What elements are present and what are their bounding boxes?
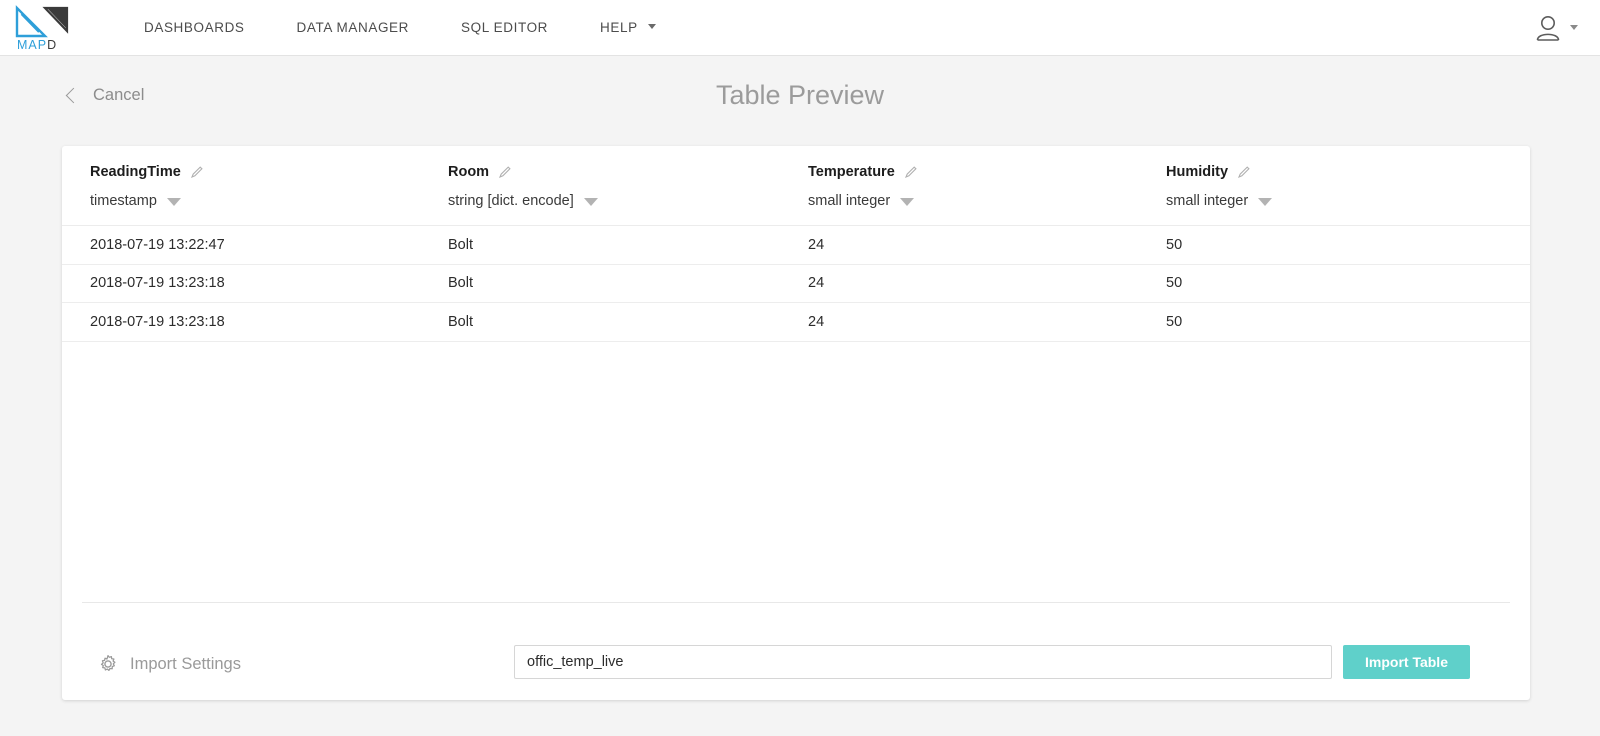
pencil-icon[interactable] [904,165,918,179]
cell-room: Bolt [448,313,473,330]
chevron-down-icon [1570,25,1578,30]
cell-readingtime: 2018-07-19 13:22:47 [90,236,225,253]
primary-nav: DASHBOARDS DATA MANAGER SQL EDITOR HELP [118,0,682,55]
svg-text:MAPD: MAPD [17,38,57,51]
column-type-room[interactable]: string [dict. encode] [448,193,780,209]
cell-readingtime: 2018-07-19 13:23:18 [90,275,225,292]
table-column-readingtime: ReadingTime timestamp [62,164,420,225]
gear-icon [98,654,118,674]
table-name-input[interactable] [514,645,1332,679]
nav-item-dashboards[interactable]: DASHBOARDS [118,0,271,56]
user-menu[interactable] [1533,13,1578,43]
table-column-room: Room string [dict. encode] [420,164,780,225]
column-name-readingtime-label: ReadingTime [90,164,181,180]
pencil-icon[interactable] [1237,165,1251,179]
column-type-temperature[interactable]: small integer [808,193,1138,209]
nav-item-data-manager-label: DATA MANAGER [296,19,409,35]
table-row: 2018-07-19 13:22:47 Bolt 24 50 [62,226,1530,265]
cell-temperature: 24 [808,275,825,292]
column-name-readingtime: ReadingTime [90,164,420,180]
cell-temperature: 24 [808,236,825,253]
page-title: Table Preview [715,80,885,110]
table-preview-card: ReadingTime timestamp Room string [dict.… [62,146,1530,700]
column-type-temperature-label: small integer [808,193,891,209]
column-type-readingtime-label: timestamp [90,193,157,209]
nav-item-sql-editor[interactable]: SQL EDITOR [435,0,574,56]
table-row: 2018-07-19 13:23:18 Bolt 24 50 [62,303,1530,342]
chevron-down-icon [900,198,915,206]
pencil-icon[interactable] [190,165,204,179]
chevron-down-icon [583,198,598,206]
nav-item-help-label: HELP [600,19,638,35]
cell-humidity: 50 [1166,313,1183,330]
card-footer: Import Settings Import Table [62,602,1530,700]
table-header-row: ReadingTime timestamp Room string [dict.… [62,146,1530,226]
column-type-humidity[interactable]: small integer [1166,193,1498,209]
column-name-humidity: Humidity [1166,164,1498,180]
cell-room: Bolt [448,236,473,253]
cell-readingtime: 2018-07-19 13:23:18 [90,313,225,330]
column-type-readingtime[interactable]: timestamp [90,193,420,209]
mapd-logo[interactable]: MAPD [14,4,72,51]
column-name-humidity-label: Humidity [1166,164,1229,180]
column-type-humidity-label: small integer [1166,193,1249,209]
page-header: Cancel Table Preview [0,56,1600,146]
nav-item-data-manager[interactable]: DATA MANAGER [271,0,435,56]
nav-item-sql-editor-label: SQL EDITOR [461,19,549,35]
nav-item-help[interactable]: HELP [574,0,682,56]
column-name-temperature-label: Temperature [808,164,895,180]
column-type-room-label: string [dict. encode] [448,193,574,209]
chevron-down-icon [647,24,656,30]
nav-item-dashboards-label: DASHBOARDS [144,19,245,35]
table-row: 2018-07-19 13:23:18 Bolt 24 50 [62,265,1530,303]
chevron-down-icon [1258,198,1273,206]
import-settings-button[interactable]: Import Settings [98,654,241,674]
cell-temperature: 24 [808,313,825,330]
column-name-temperature: Temperature [808,164,1138,180]
column-name-room-label: Room [448,164,490,180]
import-settings-label: Import Settings [130,654,241,673]
column-name-room: Room [448,164,780,180]
cell-humidity: 50 [1166,236,1183,253]
table-column-temperature: Temperature small integer [780,164,1138,225]
pencil-icon[interactable] [498,165,512,179]
cell-humidity: 50 [1166,275,1183,292]
chevron-down-icon [166,198,181,206]
mapd-logo-icon: MAPD [15,4,69,51]
table-column-humidity: Humidity small integer [1138,164,1498,225]
import-table-button[interactable]: Import Table [1343,645,1470,679]
cell-room: Bolt [448,275,473,292]
top-navbar: MAPD DASHBOARDS DATA MANAGER SQL EDITOR … [0,0,1600,56]
user-avatar-icon [1536,15,1560,41]
